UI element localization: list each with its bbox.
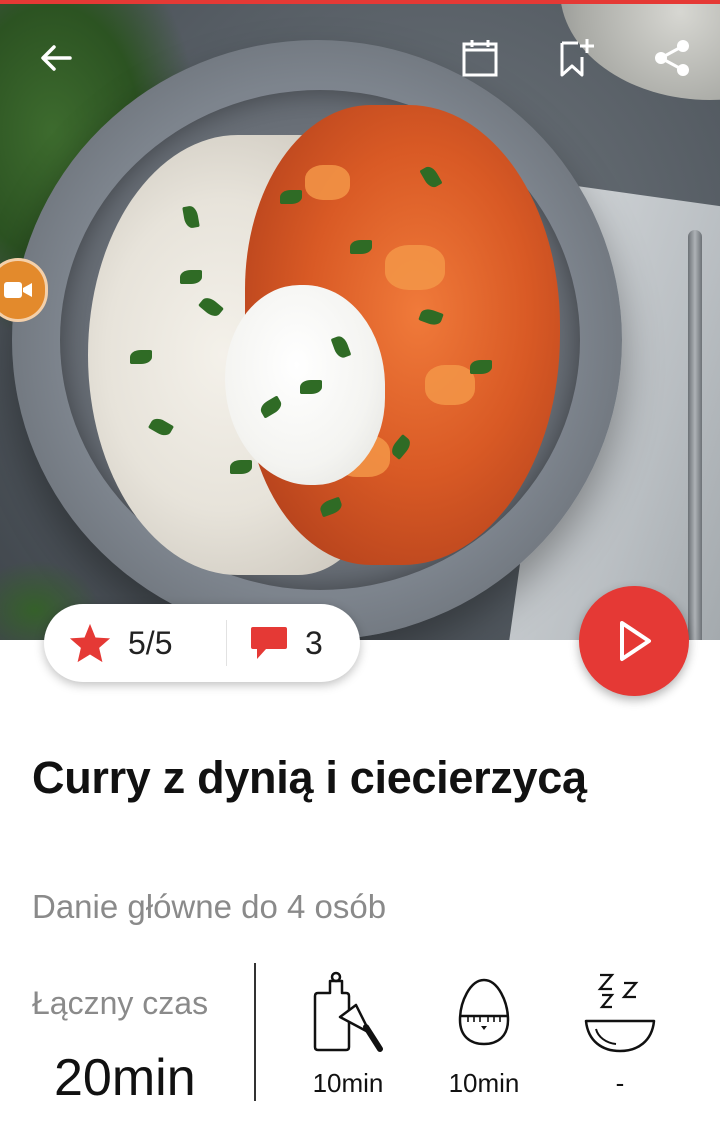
comments-button[interactable]: 3 [227,604,323,682]
total-time-value: 20min [54,1049,196,1107]
total-time-label: Łączny czas [32,985,209,1021]
rest-time-value: - [615,1068,625,1098]
cutting-board-knife-icon [313,971,383,1052]
share-button[interactable] [648,34,696,82]
recipe-title: Curry z dynią i ciecierzycą [32,752,587,803]
rating-pill: 5/5 3 [44,604,360,682]
back-button[interactable] [32,34,80,82]
play-video-button[interactable] [579,586,689,696]
resting-bowl-icon [584,973,656,1053]
play-icon [620,621,651,661]
recipe-subtitle: Danie główne do 4 osób [32,888,387,925]
cook-time-value: 10min [448,1068,520,1098]
star-icon [69,623,111,663]
back-arrow-icon [41,45,72,71]
bookmark-add-icon [560,39,594,77]
add-bookmark-button[interactable] [552,34,600,82]
calendar-icon [462,40,498,77]
prep-time: 10min [288,968,408,1099]
rating-score: 5/5 [128,624,173,661]
recipe-photo [0,0,720,640]
share-icon [655,40,689,76]
egg-timer-icon [458,978,510,1046]
time-divider [254,963,256,1101]
cook-time: 10min [424,968,544,1099]
top-accent-line [0,0,720,4]
rating-button[interactable]: 5/5 [44,604,226,682]
comments-count: 3 [305,624,323,661]
comment-icon [251,627,287,659]
rest-time: - [560,968,680,1099]
prep-time-value: 10min [312,1068,384,1098]
calendar-button[interactable] [456,34,504,82]
video-camera-icon [4,282,32,298]
